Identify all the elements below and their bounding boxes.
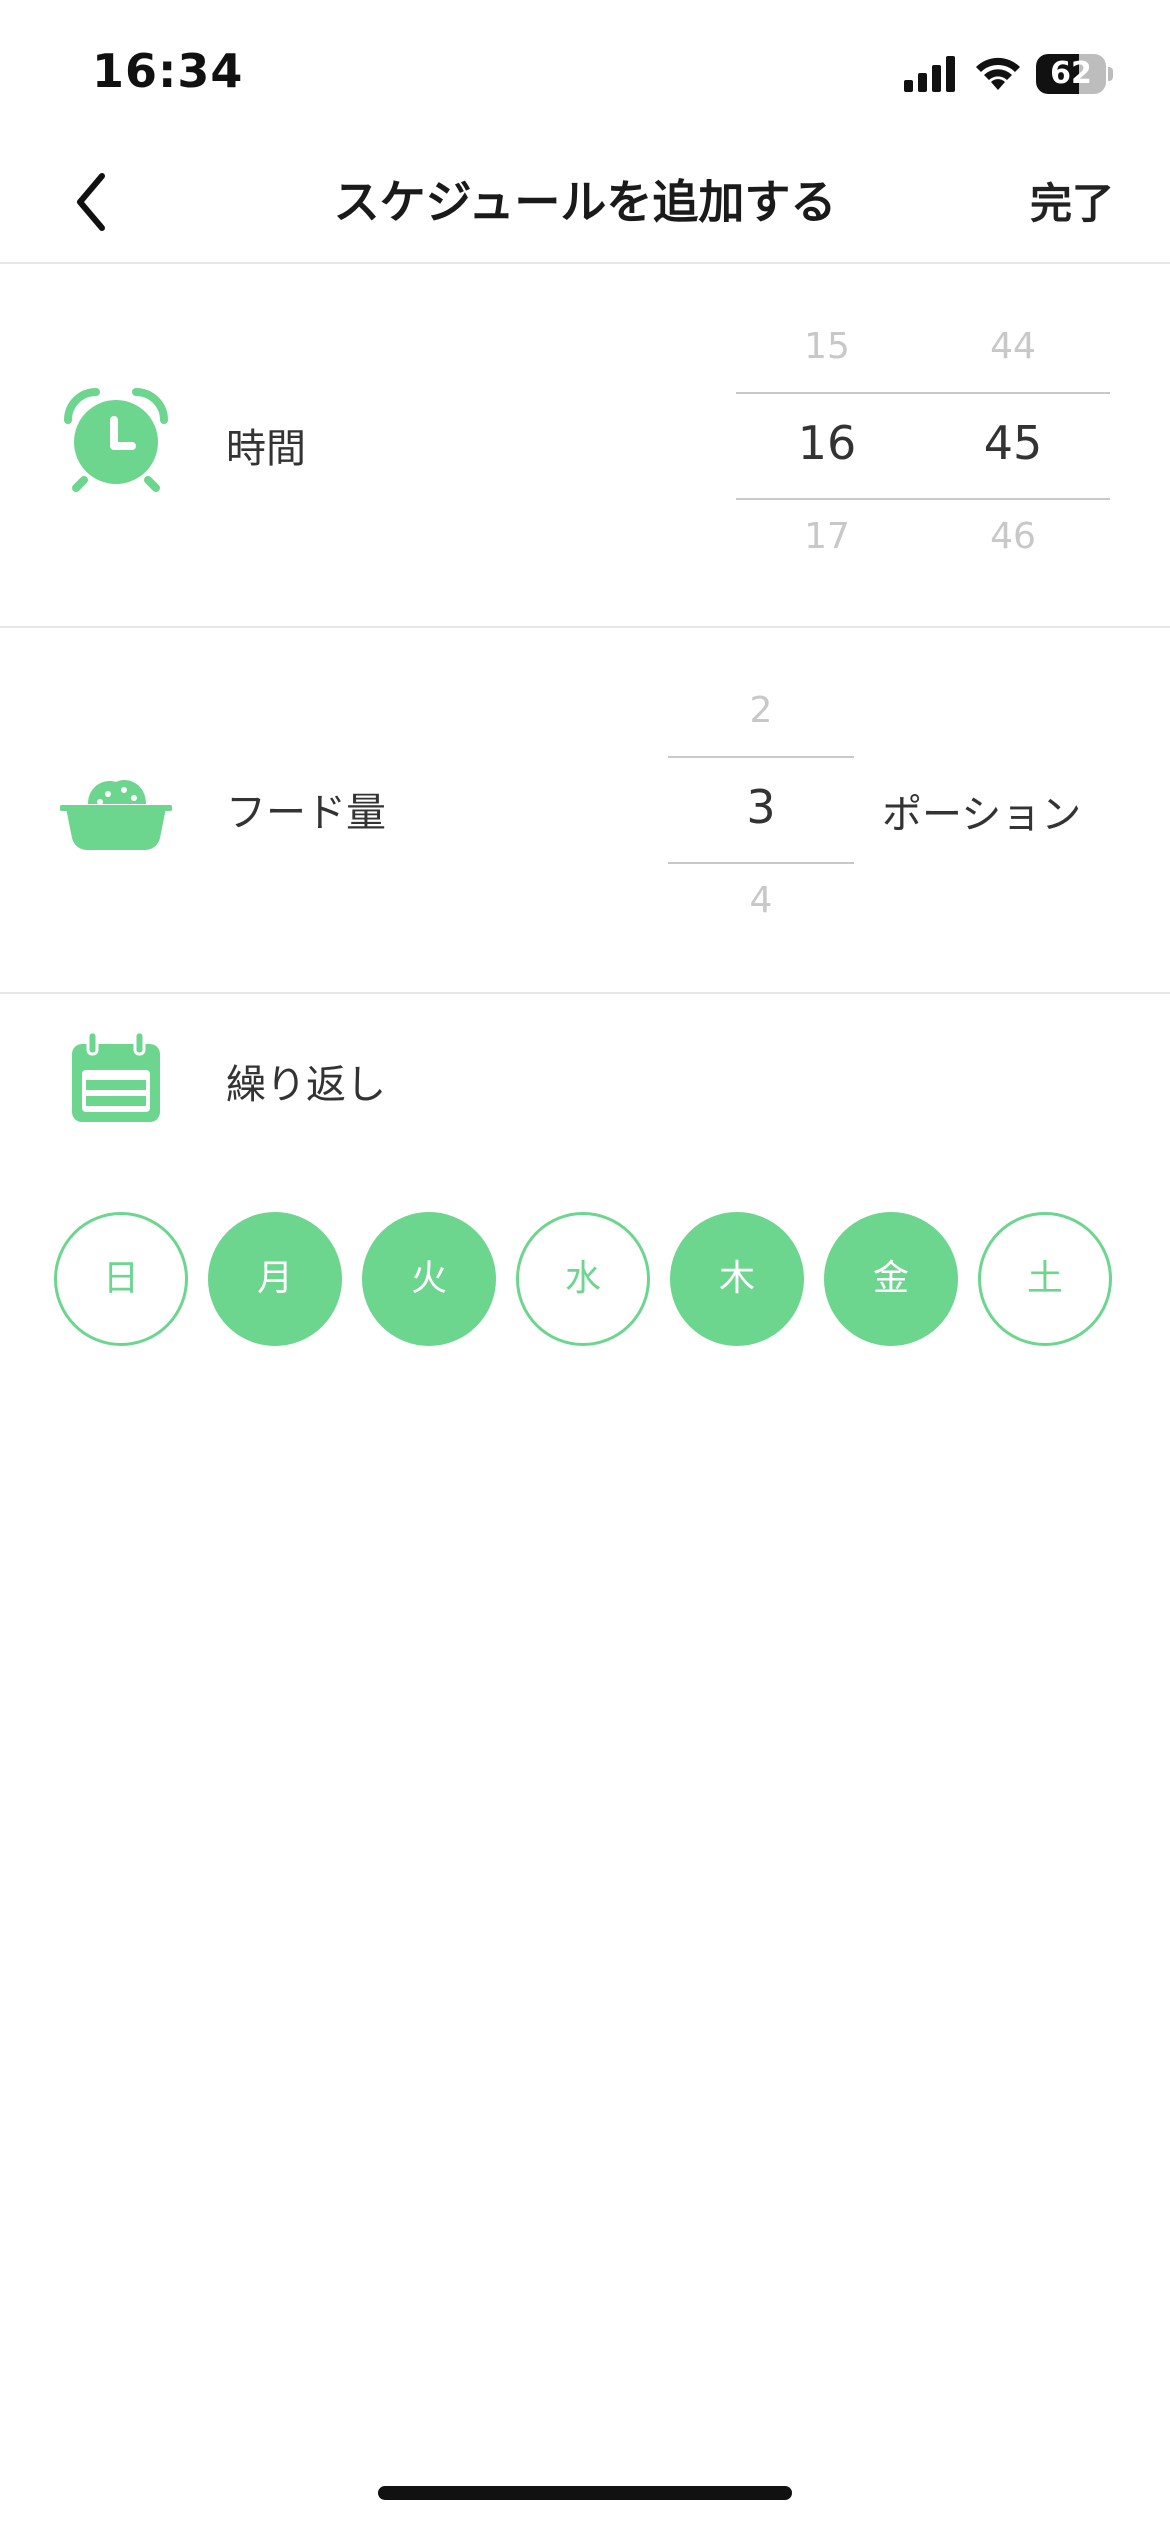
- done-button[interactable]: 完了: [1030, 170, 1114, 231]
- hour-selected[interactable]: 16: [734, 416, 920, 470]
- food-amount-label: フード量: [226, 790, 386, 836]
- home-indicator: [378, 2486, 792, 2500]
- status-time: 16:34: [92, 44, 244, 98]
- minute-next[interactable]: 46: [920, 516, 1106, 557]
- food-bowl-icon: [60, 780, 172, 850]
- repeat-label: 繰り返し: [226, 1062, 386, 1108]
- hour-prev[interactable]: 15: [734, 326, 920, 367]
- minute-selected[interactable]: 45: [920, 416, 1106, 470]
- alarm-clock-icon: [64, 388, 168, 492]
- cellular-signal-icon: [904, 56, 955, 92]
- battery-percentage: 62: [1050, 56, 1092, 91]
- weekday-button[interactable]: 月: [208, 1212, 342, 1346]
- time-label: 時間: [226, 426, 306, 472]
- food-amount-row: フード量 2 3 4 ポーション: [0, 628, 1170, 994]
- weekday-button[interactable]: 火: [362, 1212, 496, 1346]
- hour-picker[interactable]: 15 16 17: [734, 264, 920, 628]
- weekday-button[interactable]: 日: [54, 1212, 188, 1346]
- wifi-icon: [976, 57, 1020, 90]
- weekday-button[interactable]: 土: [978, 1212, 1112, 1346]
- portion-picker[interactable]: 2 3 4: [668, 628, 854, 994]
- hour-next[interactable]: 17: [734, 516, 920, 557]
- time-row: 時間 15 16 17 44 45 46: [0, 264, 1170, 628]
- portion-prev[interactable]: 2: [668, 690, 854, 731]
- status-bar: 16:34 62: [0, 0, 1170, 140]
- navigation-bar: スケジュールを追加する 完了: [0, 140, 1170, 264]
- calendar-icon: [72, 1030, 160, 1122]
- minute-picker[interactable]: 44 45 46: [920, 264, 1106, 628]
- battery-indicator: 62: [1036, 54, 1114, 94]
- weekday-button[interactable]: 木: [670, 1212, 804, 1346]
- weekday-button[interactable]: 金: [824, 1212, 958, 1346]
- portion-selected[interactable]: 3: [668, 780, 854, 834]
- minute-prev[interactable]: 44: [920, 326, 1106, 367]
- page-title: スケジュールを追加する: [333, 175, 837, 229]
- portion-unit-label: ポーション: [882, 792, 1082, 838]
- weekday-button[interactable]: 水: [516, 1212, 650, 1346]
- portion-next[interactable]: 4: [668, 880, 854, 921]
